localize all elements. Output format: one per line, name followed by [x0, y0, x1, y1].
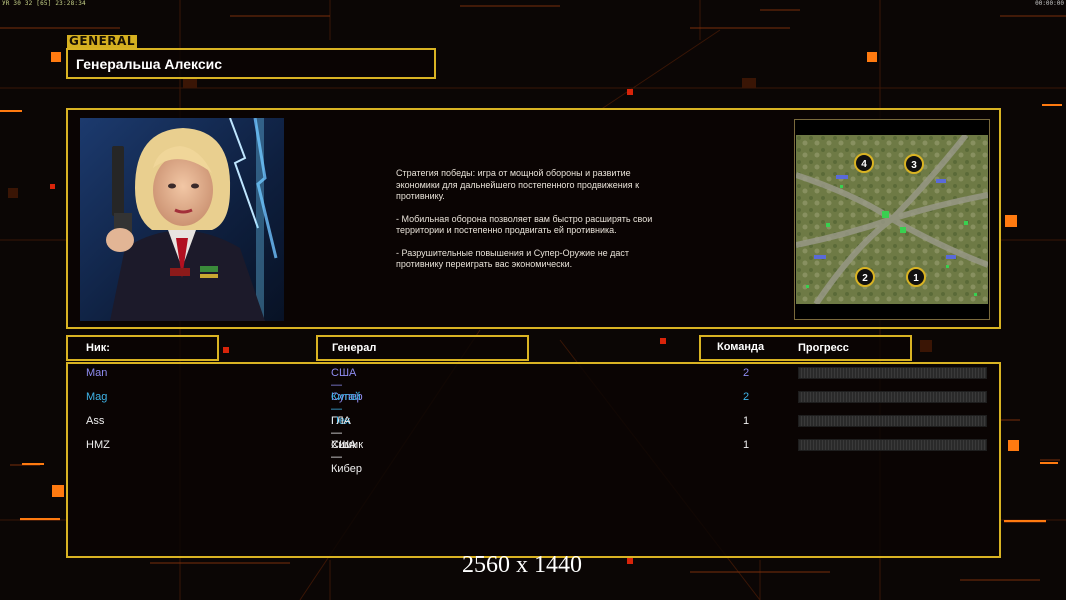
player-general: США — Кибер — [331, 439, 362, 475]
nick-header-label: Ник: — [86, 342, 110, 354]
minimap: 4 3 2 1 — [796, 135, 988, 304]
start-position-2-marker: 2 — [855, 267, 875, 287]
player-nick: Man — [86, 367, 108, 379]
progress-header-label: Прогресс — [798, 342, 849, 354]
svg-text:2: 2 — [862, 273, 868, 284]
start-position-3-marker: 3 — [904, 154, 924, 174]
general-portrait — [80, 118, 284, 321]
clock-readout: 00:00:00 — [1035, 0, 1064, 7]
description-line: Стратегия победы: игра от мощной обороны… — [396, 168, 640, 201]
start-position-4-marker: 4 — [854, 153, 874, 173]
general-tag: GENERAL — [67, 35, 137, 48]
svg-text:3: 3 — [911, 160, 917, 171]
general-name: Генеральша Алексис — [76, 56, 223, 72]
player-nick: Mag — [86, 391, 108, 403]
description-line: - Мобильная оборона позволяет вам быстро… — [396, 213, 653, 236]
status-readout: УR 30 32 [65] 23:28:34 — [2, 0, 86, 7]
player-team: 1 — [742, 439, 750, 451]
svg-text:4: 4 — [861, 159, 867, 170]
team-header-label: Команда — [717, 341, 765, 353]
nick-column-header: Ник: — [66, 335, 219, 361]
svg-text:1: 1 — [913, 273, 919, 284]
description-line: - Разрушительные повышения и Супер-Оружи… — [396, 247, 630, 270]
player-team: 2 — [742, 367, 750, 379]
start-position-1-marker: 1 — [906, 267, 926, 287]
player-progress-bar — [798, 415, 987, 427]
player-progress-bar — [798, 391, 987, 403]
general-name-box: Генеральша Алексис — [66, 48, 436, 79]
resolution-watermark: 2560 x 1440 — [462, 552, 582, 578]
player-nick: HMZ — [86, 439, 110, 451]
team-progress-column-header: Команда Прогресс — [699, 335, 912, 361]
general-header-label: Генерал — [332, 342, 377, 354]
player-team: 1 — [742, 415, 750, 427]
general-column-header: Генерал — [316, 335, 529, 361]
strategy-description: Стратегия победы: игра от мощной обороны… — [396, 168, 696, 271]
player-nick: Ass — [86, 415, 105, 427]
player-progress-bar — [798, 367, 987, 379]
player-team: 2 — [742, 391, 750, 403]
player-progress-bar — [798, 439, 987, 451]
